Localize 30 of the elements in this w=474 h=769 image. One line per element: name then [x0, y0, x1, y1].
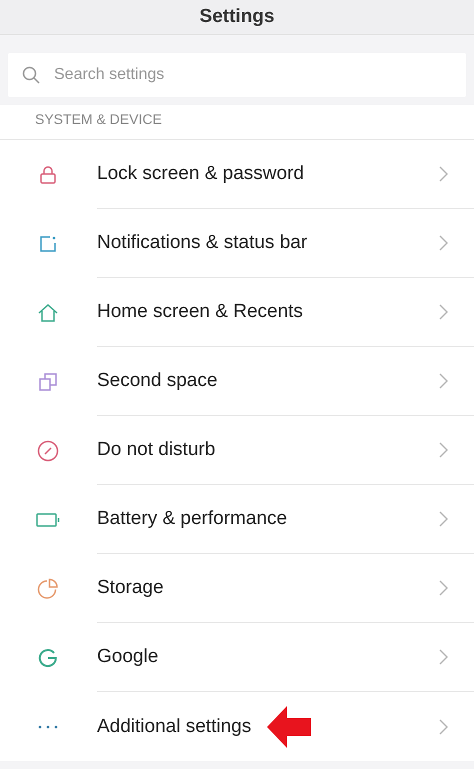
chevron-right-icon — [439, 304, 448, 320]
search-field[interactable]: Search settings — [8, 53, 466, 98]
item-label: Notifications & status bar — [97, 232, 308, 254]
settings-item[interactable]: Additional settings — [0, 692, 474, 762]
settings-item[interactable]: Google — [0, 623, 474, 692]
settings-item[interactable]: Storage — [0, 554, 474, 624]
chevron-right-icon — [439, 442, 448, 458]
settings-item[interactable]: Do not disturb — [0, 416, 474, 486]
settings-item[interactable]: Home screen & Recents — [0, 278, 474, 348]
item-label: Second space — [97, 370, 218, 392]
chevron-right-icon — [439, 649, 448, 666]
item-label: Additional settings — [97, 716, 252, 738]
chevron-right-icon — [439, 166, 448, 182]
item-label: Battery & performance — [97, 508, 288, 530]
chevron-right-icon — [439, 718, 448, 735]
settings-item[interactable]: Lock screen & password — [0, 140, 474, 210]
chevron-right-icon — [439, 235, 448, 252]
item-label: Home screen & Recents — [97, 301, 303, 324]
item-label: Do not disturb — [97, 439, 216, 462]
settings-item[interactable]: Notifications & status bar — [0, 209, 474, 278]
chevron-right-icon — [439, 580, 448, 596]
chevron-right-icon — [439, 511, 448, 528]
section-header: SYSTEM & DEVICE — [0, 105, 474, 140]
item-label: Google — [97, 646, 158, 668]
item-label: Lock screen & password — [97, 163, 304, 186]
screen-title: Settings — [200, 6, 274, 28]
settings-item[interactable]: Second space — [0, 347, 474, 416]
item-label: Storage — [97, 577, 164, 600]
chevron-right-icon — [439, 373, 448, 390]
settings-item[interactable]: Battery & performance — [0, 485, 474, 554]
